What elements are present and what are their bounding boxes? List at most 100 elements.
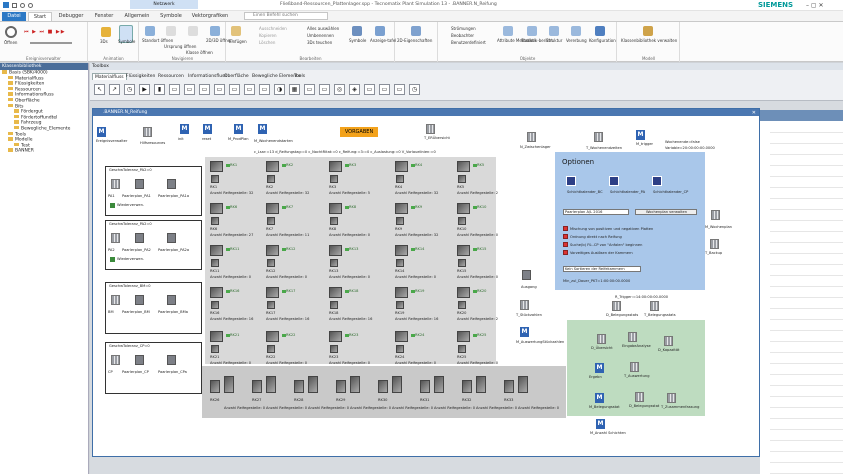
calendar-icon[interactable]	[609, 176, 619, 186]
backup-icon[interactable]	[710, 239, 719, 249]
bottom-rack[interactable]	[392, 376, 402, 393]
angle-icon[interactable]: ▭	[259, 84, 270, 95]
vererbung-icon[interactable]	[571, 26, 581, 36]
plan-icon[interactable]	[135, 355, 144, 365]
rack-store[interactable]	[395, 161, 408, 172]
cycle-icon[interactable]: ◎	[334, 84, 345, 95]
rack-unit[interactable]	[211, 217, 219, 225]
rack-unit[interactable]	[330, 217, 338, 225]
tab-allgemein[interactable]: Allgemein	[120, 12, 154, 21]
bottom-rack[interactable]	[336, 380, 346, 393]
rack-unit[interactable]	[330, 345, 338, 353]
2d-props-button[interactable]: 2D-Eigenschaften	[397, 38, 432, 43]
track-icon[interactable]: ▭	[364, 84, 375, 95]
rack-unit[interactable]	[396, 301, 404, 309]
sort-select[interactable]: Kein Sortieren der Reifekammern	[563, 266, 641, 272]
drain-icon[interactable]: ▮	[154, 84, 165, 95]
rack-store[interactable]	[210, 161, 223, 172]
plan-icon[interactable]	[167, 295, 176, 305]
window-controls[interactable]: – ▢ ✕	[806, 2, 824, 9]
rack-unit[interactable]	[211, 259, 219, 267]
beobachter-button[interactable]: Beobachter	[451, 33, 474, 38]
rack-unit[interactable]	[330, 301, 338, 309]
rack-unit[interactable]	[267, 259, 275, 267]
bottom-rack[interactable]	[462, 380, 472, 393]
rack-unit[interactable]	[211, 175, 219, 183]
top-icon[interactable]	[426, 124, 435, 134]
rack-store[interactable]	[210, 245, 223, 256]
evaluation-icon[interactable]	[667, 393, 676, 403]
3ds-icon[interactable]	[101, 27, 111, 37]
rack-store[interactable]	[457, 331, 470, 342]
checkbox[interactable]	[110, 257, 115, 262]
wochenplan-icon[interactable]	[711, 210, 720, 220]
rack-store[interactable]	[395, 203, 408, 214]
benutzerdefiniert-button[interactable]: Benutzerdefiniert	[451, 40, 486, 45]
top-icon[interactable]: M	[234, 124, 243, 134]
buffer-icon[interactable]: ▭	[304, 84, 315, 95]
bottom-rack[interactable]	[378, 380, 388, 393]
auswertung-icon[interactable]: M	[520, 327, 529, 337]
quick-access-toolbar[interactable]	[3, 2, 63, 9]
symbole-edit-button[interactable]: Symbole	[349, 38, 366, 43]
evaluation-icon[interactable]	[597, 334, 606, 344]
undo-icon[interactable]	[20, 3, 25, 8]
option-checkbox[interactable]	[563, 242, 568, 247]
tab-symbole[interactable]: Symbole	[156, 12, 186, 21]
rack-unit[interactable]	[396, 345, 404, 353]
top-icon[interactable]: M	[97, 127, 106, 137]
rack-store[interactable]	[395, 331, 408, 342]
rack-store[interactable]	[329, 331, 342, 342]
rack-store[interactable]	[266, 203, 279, 214]
3ds-toggle-button[interactable]: 3Ds teuchen	[307, 40, 332, 45]
top-icon[interactable]: M	[258, 124, 267, 134]
evaluation-icon[interactable]	[664, 336, 673, 346]
klasse-button[interactable]: Klasse öffnen	[186, 50, 213, 55]
rack-unit[interactable]	[267, 175, 275, 183]
toolbox-tab[interactable]: Materialfluss	[92, 73, 127, 80]
konfiguration-icon[interactable]	[595, 26, 605, 36]
rack-unit[interactable]	[458, 175, 466, 183]
option-checkbox[interactable]	[563, 250, 568, 255]
top-icon[interactable]: M	[636, 130, 645, 140]
rack-unit[interactable]	[396, 175, 404, 183]
calendar-icon[interactable]	[566, 176, 576, 186]
rack-unit[interactable]	[458, 217, 466, 225]
rack-store[interactable]	[210, 331, 223, 342]
paste-button[interactable]: Einfügen	[229, 39, 247, 44]
evaluation-icon[interactable]	[612, 301, 621, 311]
evaluation-icon[interactable]: M	[595, 393, 604, 403]
rack-store[interactable]	[210, 203, 223, 214]
rack-unit[interactable]	[267, 345, 275, 353]
table-icon[interactable]	[111, 233, 120, 243]
bottom-rack[interactable]	[224, 376, 234, 393]
checkbox[interactable]	[110, 203, 115, 208]
rack-unit[interactable]	[396, 259, 404, 267]
bottom-rack[interactable]	[434, 376, 444, 393]
table-icon[interactable]	[111, 295, 120, 305]
close-icon[interactable]: ✕	[752, 110, 756, 116]
symbole-edit-icon[interactable]	[352, 26, 362, 36]
save-icon[interactable]	[12, 3, 17, 8]
rename-button[interactable]: Umbenennen	[307, 33, 334, 38]
bottom-rack[interactable]	[476, 376, 486, 393]
rack-store[interactable]	[329, 161, 342, 172]
rack-store[interactable]	[457, 203, 470, 214]
bottom-rack[interactable]	[518, 376, 528, 393]
flow-icon[interactable]: ◈	[349, 84, 360, 95]
rack-store[interactable]	[329, 203, 342, 214]
wochenplan-button[interactable]: Wochenplan verwalten	[635, 209, 697, 215]
rack-store[interactable]	[395, 245, 408, 256]
rack-store[interactable]	[266, 331, 279, 342]
transfer-icon[interactable]: ▭	[379, 84, 390, 95]
toolbox-tab[interactable]: Flüssigkeiten	[124, 73, 157, 80]
evaluation-icon[interactable]	[635, 392, 644, 402]
cut-button[interactable]: Ausschneiden	[259, 26, 287, 31]
rack-unit[interactable]	[330, 259, 338, 267]
bottom-rack[interactable]	[252, 380, 262, 393]
evaluation-icon[interactable]	[630, 362, 639, 372]
dismantle2-icon[interactable]: ▭	[394, 84, 405, 95]
standort-button[interactable]: Standort öffnen	[142, 38, 173, 43]
plan-icon[interactable]	[135, 179, 144, 189]
rack-unit[interactable]	[211, 345, 219, 353]
